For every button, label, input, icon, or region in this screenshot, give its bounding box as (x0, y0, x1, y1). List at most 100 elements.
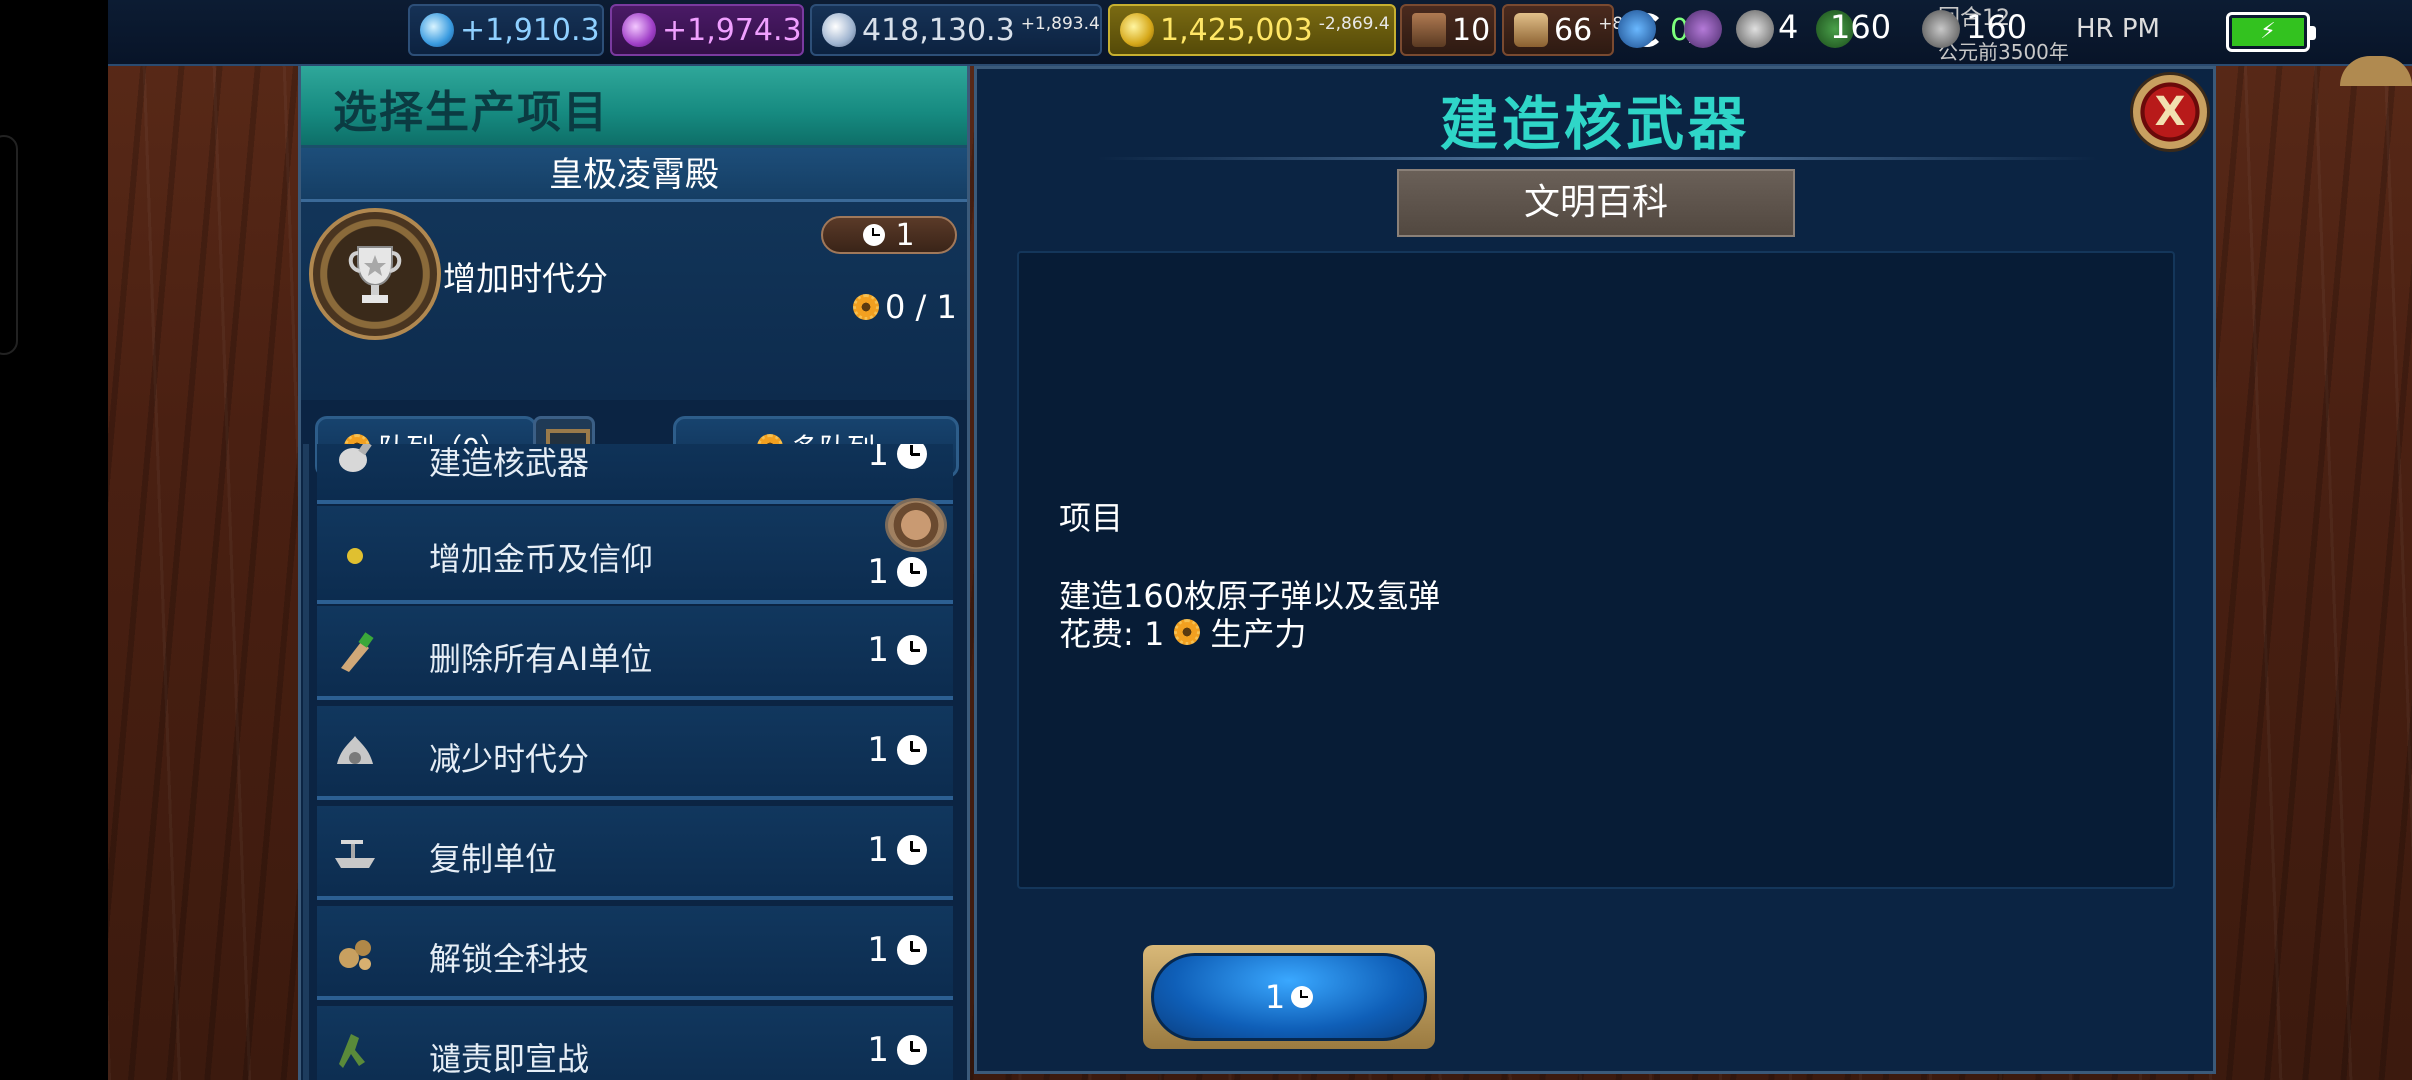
clock-icon (897, 635, 927, 665)
list-item-name: 增加金币及信仰 (429, 540, 654, 578)
left-black-edge (0, 0, 108, 1080)
close-icon: X (2154, 89, 2186, 135)
production-panel: 选择生产项目 皇极凌霄殿 增加时代分 1 0 / 1 队列（0） (298, 66, 970, 1080)
strategic-resource-1[interactable]: 10 (1400, 4, 1496, 56)
city-name: 皇极凌霄殿 (301, 148, 967, 202)
clock-icon (897, 935, 927, 965)
gold-resource[interactable]: 1,425,003 -2,869.4 (1108, 4, 1396, 56)
gears-icon (339, 940, 371, 970)
list-item-name: 谴责即宣战 (429, 1040, 590, 1078)
water-drop-icon[interactable] (1618, 10, 1656, 48)
list-item-turns: 1 (867, 930, 927, 970)
resource-bar: +1,910.3 +1,974.3 418,130.3 +1,893.4 1,4… (108, 0, 2412, 66)
cost-label: 花费: 1 (1059, 615, 1165, 653)
culture-value: +1,974.3 (662, 12, 802, 48)
list-item[interactable]: 谴责即宣战 1 (317, 1006, 953, 1080)
list-item-name: 删除所有AI单位 (429, 640, 653, 678)
culture-note-icon (622, 13, 656, 47)
list-item-name: 建造核武器 (429, 444, 590, 482)
production-cog-icon (853, 294, 879, 320)
list-item[interactable]: 增加金币及信仰 1 (317, 498, 953, 604)
current-production-name: 增加时代分 (443, 259, 608, 298)
list-item[interactable]: 复制单位 1 (317, 806, 953, 900)
chest-icon (1412, 13, 1446, 47)
list-item-name: 复制单位 (429, 840, 558, 878)
detail-title: 建造核武器 (1439, 90, 1750, 158)
clock-text: HR PM (2076, 14, 2160, 44)
cost-unit: 生产力 (1210, 615, 1307, 653)
governor-icon[interactable] (1736, 10, 1774, 48)
pen-icon (341, 632, 374, 672)
list-item-name: 解锁全科技 (429, 940, 590, 978)
detail-panel: 建造核武器 文明百科 项目 建造160枚原子弹以及氢弹 花费: 1 生产力 1 (974, 66, 2216, 1074)
production-list: 建造核武器 1 增加金币及信仰 1 删除所有AI单位 1 减少时代分 1 复制单… (317, 444, 953, 1080)
list-item[interactable]: 删除所有AI单位 1 (317, 606, 953, 700)
list-item[interactable]: 减少时代分 1 (317, 706, 953, 800)
close-button[interactable]: X (2130, 72, 2210, 152)
figure-icon (339, 1034, 365, 1068)
resource1-value: 10 (1452, 12, 1491, 48)
current-production[interactable]: 增加时代分 1 0 / 1 队列（0） 多队列 (301, 202, 967, 478)
list-item-turns: 1 (867, 730, 927, 770)
list-item[interactable]: 解锁全科技 1 (317, 906, 953, 1000)
current-progress: 0 / 1 (853, 288, 957, 326)
faith-wings-icon (822, 13, 856, 47)
clock-icon (897, 1035, 927, 1065)
advisor-portrait-icon[interactable] (885, 498, 947, 552)
clock-icon (1291, 986, 1314, 1008)
clock-icon (897, 835, 927, 865)
faith-value: 418,130.3 (862, 12, 1015, 48)
production-panel-header: 选择生产项目 (301, 66, 967, 148)
current-turns-value: 1 (895, 217, 915, 253)
notch-outline (0, 135, 18, 355)
panel-title: 选择生产项目 (333, 87, 609, 138)
current-turns: 1 (821, 216, 957, 254)
misc-count-3: 160 (1966, 8, 2028, 46)
battery-charging-icon: ⚡ (2232, 18, 2304, 46)
culture-resource[interactable]: +1,974.3 (610, 4, 804, 56)
gold-value: 1,425,003 (1160, 12, 1313, 48)
ship-icon (335, 840, 375, 868)
list-item[interactable]: 建造核武器 1 (317, 444, 953, 504)
list-item-turns: 1 (867, 830, 927, 870)
build-turns: 1 (1264, 978, 1286, 1016)
battery-indicator: ⚡ (2226, 12, 2316, 52)
build-button-face: 1 (1151, 953, 1427, 1041)
info-box: 项目 建造160枚原子弹以及氢弹 花费: 1 生产力 (1017, 251, 2175, 889)
list-item-turns: 1 (867, 444, 927, 474)
production-cog-icon (1174, 619, 1201, 645)
tourism-icon[interactable] (1922, 10, 1960, 48)
gold-delta: -2,869.4 (1318, 14, 1390, 34)
science-resource[interactable]: +1,910.3 (408, 4, 604, 56)
civilopedia-button[interactable]: 文明百科 (1397, 169, 1795, 237)
science-value: +1,910.3 (460, 12, 600, 48)
list-item-name: 减少时代分 (429, 740, 590, 778)
science-flask-icon (420, 13, 454, 47)
current-progress-value: 0 / 1 (885, 288, 957, 326)
trophy-icon (309, 208, 441, 340)
misc-count-1: 4 (1778, 8, 1799, 46)
misc-count-2: 160 (1830, 8, 1892, 46)
clock-icon (863, 224, 886, 246)
clock-icon (897, 444, 927, 469)
faith-delta: +1,893.4 (1020, 14, 1100, 34)
resource2-value: 66 (1554, 12, 1593, 48)
hands-icon (337, 736, 373, 764)
gold-coin-icon (347, 548, 363, 564)
build-button[interactable]: 1 (1143, 945, 1435, 1049)
info-cost: 花费: 1 生产力 (1059, 609, 1306, 655)
great-people-icon[interactable] (1684, 10, 1722, 48)
list-scrollbar[interactable] (303, 444, 309, 1080)
clock-icon (897, 735, 927, 765)
scroll-icon (1514, 13, 1548, 47)
list-item-turns: 1 (867, 630, 927, 670)
list-item-turns: 1 (867, 1030, 927, 1070)
clock-icon (897, 557, 927, 587)
bomb-icon (339, 444, 372, 472)
faith-resource[interactable]: 418,130.3 +1,893.4 (810, 4, 1102, 56)
gold-coins-icon (1120, 13, 1154, 47)
strategic-resource-2[interactable]: 66 +8 (1502, 4, 1623, 56)
title-divider (1097, 157, 2097, 160)
list-item-turns: 1 (867, 552, 927, 592)
info-title: 项目 (1059, 499, 1124, 537)
